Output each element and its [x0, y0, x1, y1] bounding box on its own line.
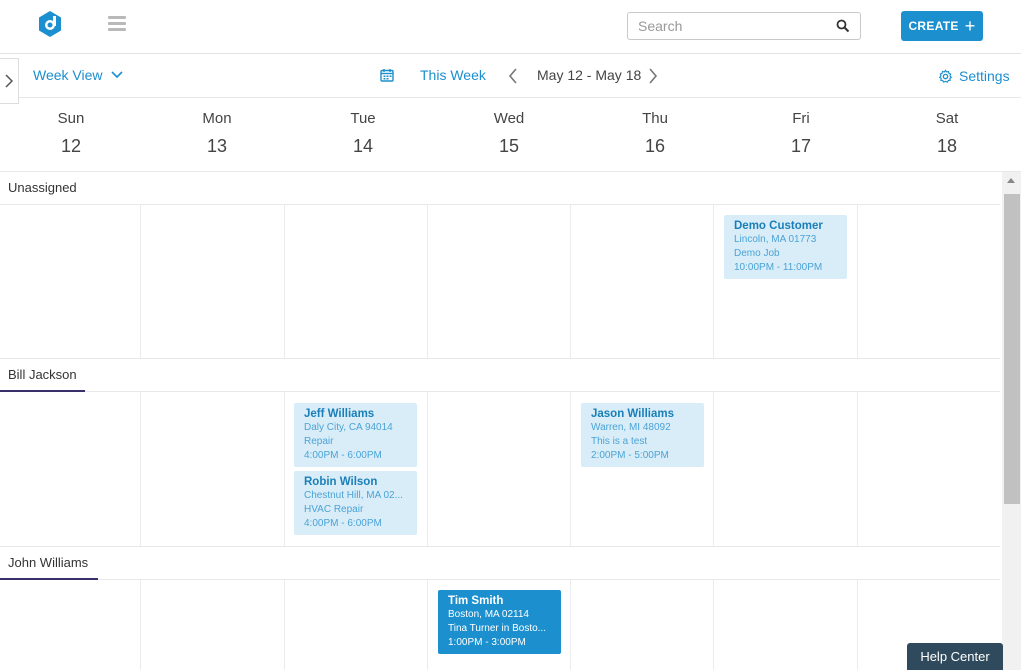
day-header-tue: Tue 14: [292, 98, 434, 157]
day-header-fri: Fri 17: [730, 98, 872, 157]
event-card[interactable]: Jason Williams Warren, MI 48092 This is …: [581, 403, 704, 467]
event-time: 1:00PM - 3:00PM: [448, 637, 526, 648]
search-box: [627, 12, 861, 40]
search-icon[interactable]: [836, 19, 850, 33]
this-week-button[interactable]: This Week: [420, 67, 486, 83]
event-card[interactable]: Tim Smith Boston, MA 02114 Tina Turner i…: [438, 590, 561, 654]
day-name: Sat: [935, 110, 959, 127]
event-job: This is a test: [591, 436, 648, 447]
group-row-bill-jackson: Jeff Williams Daly City, CA 94014 Repair…: [0, 392, 1000, 547]
view-selector[interactable]: Week View: [33, 67, 123, 83]
group-name: Bill Jackson: [8, 367, 77, 382]
vertical-scrollbar[interactable]: [1002, 172, 1021, 670]
prev-week-icon[interactable]: [508, 68, 518, 84]
plus-icon: +: [964, 16, 976, 36]
group-row-john-williams: Tim Smith Boston, MA 02114 Tina Turner i…: [0, 580, 1000, 670]
create-button[interactable]: CREATE +: [901, 11, 983, 41]
group-header-john-williams[interactable]: John Williams: [0, 547, 1000, 580]
day-date: 13: [206, 136, 228, 156]
group-name: Unassigned: [8, 180, 77, 195]
next-week-icon[interactable]: [648, 68, 658, 84]
schedule-board: Unassigned Demo Customer Lincoln, MA 017…: [0, 172, 1000, 670]
event-location: Boston, MA 02114: [448, 609, 529, 620]
date-range-label: May 12 - May 18: [537, 67, 642, 83]
event-card[interactable]: Jeff Williams Daly City, CA 94014 Repair…: [294, 403, 417, 467]
day-name: Mon: [202, 110, 232, 127]
event-customer: Demo Customer: [734, 220, 823, 232]
settings-button[interactable]: Settings: [938, 68, 1010, 84]
day-name: Thu: [642, 110, 668, 127]
day-header-wed: Wed 15: [438, 98, 580, 157]
event-card[interactable]: Demo Customer Lincoln, MA 01773 Demo Job…: [724, 215, 847, 279]
day-date: 14: [352, 136, 374, 156]
day-header-mon: Mon 13: [146, 98, 288, 157]
menu-icon[interactable]: [108, 16, 126, 32]
event-customer: Jason Williams: [591, 408, 674, 420]
scrollbar-thumb[interactable]: [1004, 194, 1020, 504]
event-location: Daly City, CA 94014: [304, 422, 393, 433]
day-name: Sun: [57, 110, 85, 127]
day-header-sun: Sun 12: [0, 98, 142, 157]
event-time: 10:00PM - 11:00PM: [734, 262, 823, 273]
scroll-up-icon[interactable]: [1007, 178, 1015, 183]
day-date: 17: [790, 136, 812, 156]
event-job: HVAC Repair: [304, 504, 364, 515]
chevron-right-icon: [5, 74, 13, 88]
day-header-row: Sun 12 Mon 13 Tue 14 Wed 15 Thu 16 Fri 1…: [0, 98, 1021, 172]
calendar-icon[interactable]: [380, 68, 394, 82]
settings-label: Settings: [959, 68, 1010, 84]
event-location: Lincoln, MA 01773: [734, 234, 817, 245]
day-date: 15: [498, 136, 520, 156]
gear-icon: [938, 68, 953, 83]
day-date: 18: [936, 136, 958, 156]
day-date: 16: [644, 136, 666, 156]
view-selector-label: Week View: [33, 67, 103, 83]
event-location: Warren, MI 48092: [591, 422, 671, 433]
help-center-button[interactable]: Help Center: [907, 643, 1003, 670]
event-customer: Tim Smith: [448, 595, 504, 607]
day-date: 12: [60, 136, 82, 156]
chevron-down-icon: [110, 71, 123, 79]
calendar-toolbar: Week View This Week May 12 - May 18 Sett…: [0, 54, 1021, 104]
event-customer: Robin Wilson: [304, 476, 378, 488]
event-card[interactable]: Robin Wilson Chestnut Hill, MA 02... HVA…: [294, 471, 417, 535]
day-header-thu: Thu 16: [584, 98, 726, 157]
day-header-sat: Sat 18: [876, 98, 1018, 157]
create-label: CREATE: [908, 19, 959, 33]
event-time: 2:00PM - 5:00PM: [591, 450, 669, 461]
event-time: 4:00PM - 6:00PM: [304, 518, 382, 529]
group-name: John Williams: [8, 555, 89, 570]
event-customer: Jeff Williams: [304, 408, 375, 420]
top-bar: CREATE +: [0, 0, 1021, 54]
event-job: Demo Job: [734, 248, 780, 259]
day-name: Tue: [350, 110, 376, 127]
group-header-unassigned[interactable]: Unassigned: [0, 172, 1000, 205]
group-header-bill-jackson[interactable]: Bill Jackson: [0, 359, 1000, 392]
event-time: 4:00PM - 6:00PM: [304, 450, 382, 461]
event-location: Chestnut Hill, MA 02...: [304, 490, 403, 501]
event-job: Repair: [304, 436, 334, 447]
search-input[interactable]: [628, 13, 828, 39]
day-name: Wed: [493, 110, 525, 127]
group-row-unassigned: Demo Customer Lincoln, MA 01773 Demo Job…: [0, 205, 1000, 359]
day-name: Fri: [792, 110, 810, 127]
event-job: Tina Turner in Bosto...: [448, 623, 547, 634]
app-logo-icon[interactable]: [36, 10, 64, 38]
